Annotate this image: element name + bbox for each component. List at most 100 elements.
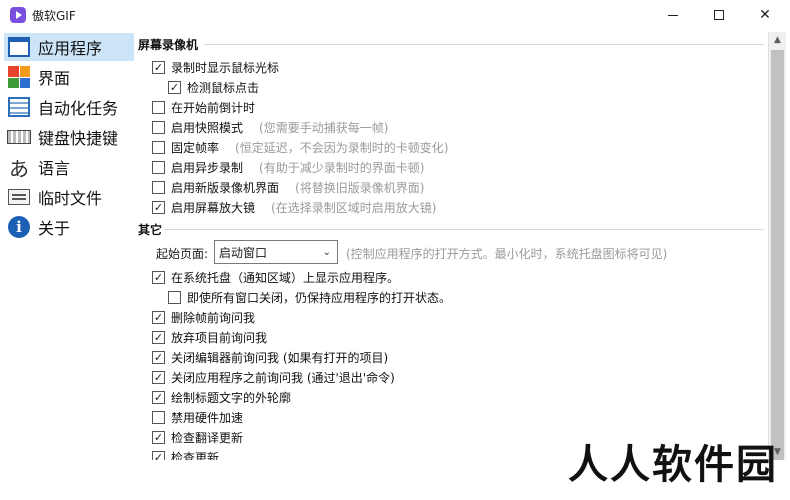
- option-show-cursor[interactable]: ✓ 录制时显示鼠标光标: [152, 58, 279, 76]
- settings-sidebar: 应用程序 界面 自动化任务 键盘快捷键 あ 语言 临时文件 i 关于: [0, 30, 134, 500]
- option-label: 录制时显示鼠标光标: [171, 60, 280, 75]
- scrollbar-thumb[interactable]: [771, 50, 784, 460]
- chevron-down-icon: ⌄: [322, 247, 331, 258]
- close-icon: ✕: [759, 7, 771, 23]
- option-detect-clicks[interactable]: ✓ 检测鼠标点击: [168, 78, 259, 96]
- checkbox[interactable]: ✓: [152, 390, 165, 404]
- checkbox[interactable]: ✓: [152, 450, 165, 460]
- settings-panel: 屏幕录像机 ✓ 录制时显示鼠标光标 ✓ 检测鼠标点击 在开始前倒计时 启用快照模…: [134, 30, 766, 460]
- maximize-icon: [714, 10, 724, 20]
- sidebar-item-label: 语言: [38, 159, 71, 178]
- sidebar-item-label: 自动化任务: [38, 99, 119, 118]
- option-label: 删除帧前询问我: [171, 310, 256, 325]
- section-divider: [164, 229, 764, 230]
- option-ask-close-editor[interactable]: ✓ 关闭编辑器前询问我 (如果有打开的项目): [152, 348, 388, 366]
- sidebar-item-shortcuts[interactable]: 键盘快捷键: [4, 123, 134, 151]
- section-title-recorder: 屏幕录像机: [138, 38, 199, 52]
- sidebar-item-application[interactable]: 应用程序: [4, 33, 134, 61]
- checkbox[interactable]: ✓: [152, 370, 165, 384]
- checkbox[interactable]: ✓: [152, 430, 165, 444]
- automation-list-icon: [8, 97, 30, 117]
- option-label: 即使所有窗口关闭，仍保持应用程序的打开状态。: [187, 290, 452, 305]
- sidebar-item-label: 应用程序: [38, 39, 103, 58]
- startup-page-label: 起始页面:: [156, 247, 209, 261]
- vertical-scrollbar[interactable]: ▲ ▼: [768, 32, 786, 460]
- option-label: 启用屏幕放大镜: [171, 200, 256, 215]
- startup-page-value: 启动窗口: [219, 245, 268, 260]
- option-tray-icon[interactable]: ✓ 在系统托盘（通知区域）上显示应用程序。: [152, 268, 399, 286]
- option-hint: (在选择录制区域时启用放大镜): [271, 200, 437, 215]
- option-check-updates[interactable]: ✓ 检查更新: [152, 448, 219, 460]
- sidebar-item-language[interactable]: あ 语言: [4, 153, 134, 181]
- section-title-other: 其它: [138, 223, 163, 237]
- option-label: 绘制标题文字的外轮廓: [171, 390, 292, 405]
- option-magnifier[interactable]: ✓ 启用屏幕放大镜 (在选择录制区域时启用放大镜): [152, 198, 436, 216]
- close-button[interactable]: ✕: [742, 0, 788, 30]
- checkbox[interactable]: [152, 140, 165, 154]
- option-title-outline[interactable]: ✓ 绘制标题文字的外轮廓: [152, 388, 291, 406]
- checkbox[interactable]: ✓: [152, 310, 165, 324]
- option-check-translation[interactable]: ✓ 检查翻译更新: [152, 428, 243, 446]
- temp-files-icon: [8, 189, 30, 205]
- option-label: 启用快照模式: [171, 120, 244, 135]
- option-keep-open[interactable]: 即使所有窗口关闭，仍保持应用程序的打开状态。: [168, 288, 451, 306]
- title-bar: 傲软GIF ✕: [0, 0, 790, 30]
- language-icon: あ: [9, 156, 29, 181]
- sidebar-item-label: 界面: [38, 69, 71, 88]
- option-label: 检测鼠标点击: [187, 80, 260, 95]
- startup-page-hint: (控制应用程序的打开方式。最小化时，系统托盘图标将可见): [346, 247, 668, 261]
- checkbox[interactable]: [168, 290, 181, 304]
- maximize-button[interactable]: [696, 0, 742, 30]
- option-hint: (恒定延迟，不会因为录制时的卡顿变化): [235, 140, 449, 155]
- sidebar-item-automation[interactable]: 自动化任务: [4, 93, 134, 121]
- option-countdown[interactable]: 在开始前倒计时: [152, 98, 255, 116]
- option-ask-exit-app[interactable]: ✓ 关闭应用程序之前询问我 (通过'退出'命令): [152, 368, 395, 386]
- minimize-icon: [668, 14, 678, 16]
- checkbox[interactable]: ✓: [168, 80, 181, 94]
- option-hint: (将替换旧版录像机界面): [295, 180, 425, 195]
- startup-page-select[interactable]: 启动窗口 ⌄: [214, 240, 338, 264]
- option-new-recorder-ui[interactable]: 启用新版录像机界面 (将替换旧版录像机界面): [152, 178, 424, 196]
- option-label: 检查翻译更新: [171, 430, 244, 445]
- checkbox[interactable]: [152, 410, 165, 424]
- option-fixed-framerate[interactable]: 固定帧率 (恒定延迟，不会因为录制时的卡顿变化): [152, 138, 448, 156]
- window-title: 傲软GIF: [32, 9, 76, 23]
- option-label: 启用异步录制: [171, 160, 244, 175]
- color-grid-icon: [8, 66, 30, 88]
- section-divider: [204, 44, 764, 45]
- scroll-up-arrow-icon[interactable]: ▲: [769, 32, 786, 48]
- option-label: 关闭编辑器前询问我 (如果有打开的项目): [171, 350, 389, 365]
- checkbox[interactable]: [152, 160, 165, 174]
- option-label: 关闭应用程序之前询问我 (通过'退出'命令): [171, 370, 395, 385]
- option-disable-hw-accel[interactable]: 禁用硬件加速: [152, 408, 243, 426]
- checkbox[interactable]: ✓: [152, 60, 165, 74]
- option-label: 在系统托盘（通知区域）上显示应用程序。: [171, 270, 400, 285]
- option-label: 禁用硬件加速: [171, 410, 244, 425]
- minimize-button[interactable]: [650, 0, 696, 30]
- checkbox[interactable]: ✓: [152, 350, 165, 364]
- app-window-icon: [8, 37, 30, 57]
- option-ask-delete-frame[interactable]: ✓ 删除帧前询问我: [152, 308, 255, 326]
- option-label: 检查更新: [171, 450, 220, 461]
- checkbox[interactable]: ✓: [152, 200, 165, 214]
- sidebar-item-interface[interactable]: 界面: [4, 63, 134, 91]
- option-label: 在开始前倒计时: [171, 100, 256, 115]
- option-label: 启用新版录像机界面: [171, 180, 280, 195]
- option-snapshot-mode[interactable]: 启用快照模式 (您需要手动捕获每一帧): [152, 118, 388, 136]
- checkbox[interactable]: [152, 180, 165, 194]
- info-icon: i: [8, 216, 30, 238]
- sidebar-item-about[interactable]: i 关于: [4, 213, 134, 241]
- checkbox[interactable]: [152, 120, 165, 134]
- option-async-recording[interactable]: 启用异步录制 (有助于减少录制时的界面卡顿): [152, 158, 424, 176]
- option-label: 固定帧率: [171, 140, 220, 155]
- keyboard-icon: [7, 130, 31, 144]
- sidebar-item-temp-files[interactable]: 临时文件: [4, 183, 134, 211]
- checkbox[interactable]: ✓: [152, 270, 165, 284]
- checkbox[interactable]: ✓: [152, 330, 165, 344]
- option-ask-discard-project[interactable]: ✓ 放弃项目前询问我: [152, 328, 267, 346]
- option-hint: (有助于减少录制时的界面卡顿): [259, 160, 425, 175]
- watermark-text: 人人软件园: [568, 442, 778, 488]
- sidebar-item-label: 临时文件: [38, 189, 103, 208]
- checkbox[interactable]: [152, 100, 165, 114]
- sidebar-item-label: 关于: [38, 219, 71, 238]
